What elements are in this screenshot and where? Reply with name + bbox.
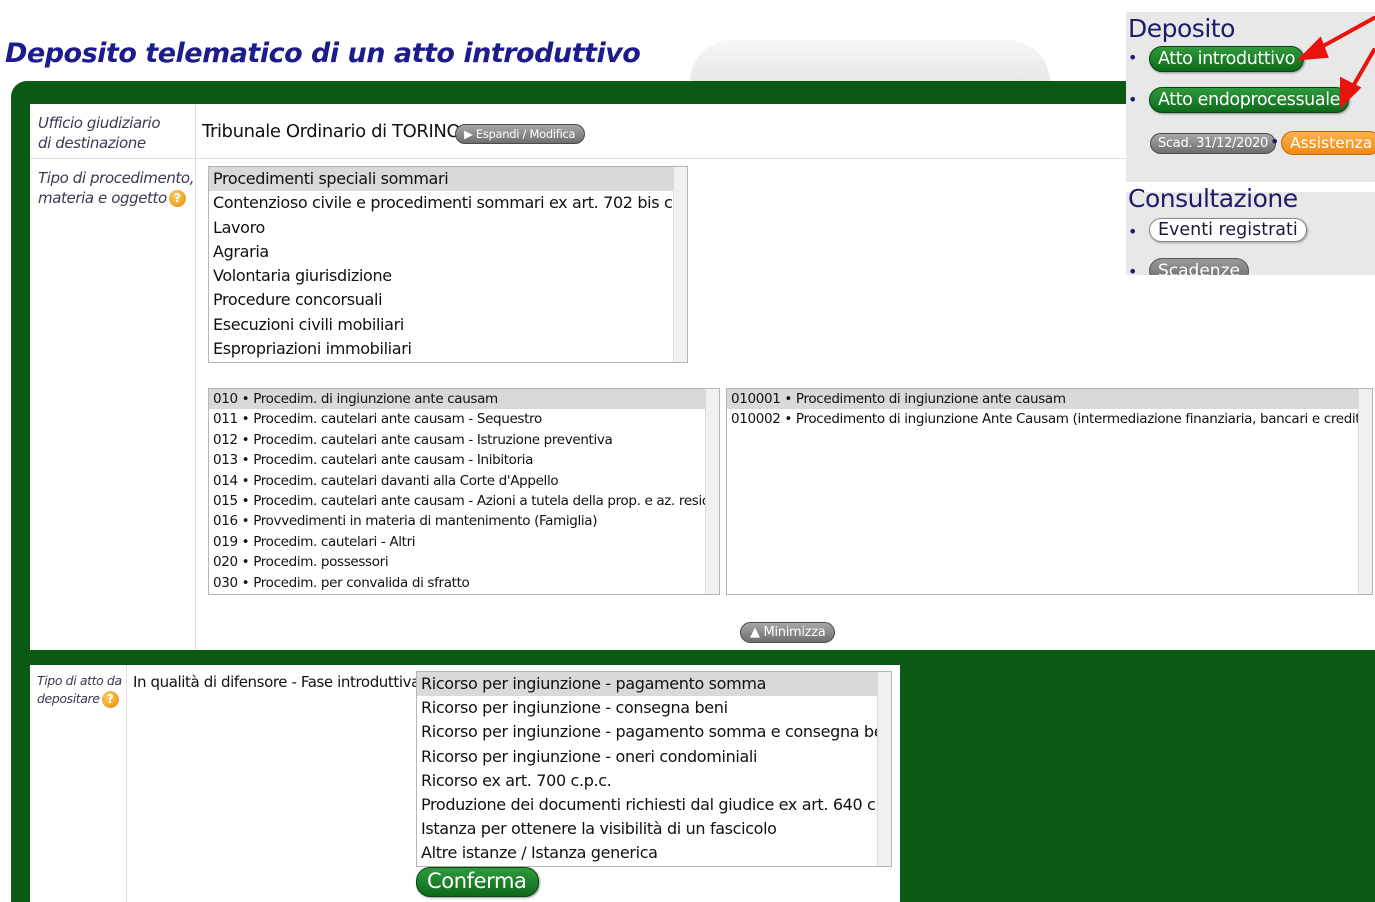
quality-text: In qualità di difensore - Fase introdutt… <box>133 673 433 691</box>
act-type-option[interactable]: Produzione dei documenti richiesti dal g… <box>417 793 891 817</box>
matter-option[interactable]: 030 • Procedim. per convalida di sfratto <box>209 573 719 593</box>
matter-list[interactable]: 010 • Procedim. di ingiunzione ante caus… <box>208 388 720 595</box>
act-type-option[interactable]: Ricorso per ingiunzione - consegna beni <box>417 696 891 720</box>
assistenza-button[interactable]: Assistenza <box>1281 131 1375 155</box>
act-type-option[interactable]: Ricorso per ingiunzione - oneri condomin… <box>417 745 891 769</box>
matter-option[interactable]: 019 • Procedim. cautelari - Altri <box>209 532 719 552</box>
scrollbar[interactable] <box>705 389 719 594</box>
deadline-badge: Scad. 31/12/2020 <box>1150 133 1277 154</box>
office-value: Tribunale Ordinario di TORINO <box>202 121 461 142</box>
confirm-button[interactable]: Conferma <box>416 867 539 897</box>
annotation-arrows <box>1296 16 1375 109</box>
help-icon[interactable]: ? <box>101 691 119 708</box>
arrow-shaft <box>1314 16 1375 52</box>
expand-modify-button[interactable]: ▶ Espandi / Modifica <box>455 124 586 144</box>
matter-option[interactable]: 011 • Procedim. cautelari ante causam - … <box>209 409 719 429</box>
matter-option[interactable]: 014 • Procedim. cautelari davanti alla C… <box>209 471 719 491</box>
procedure-type-option[interactable]: Esecuzioni civili mobiliari <box>209 313 687 337</box>
matter-option[interactable]: 020 • Procedim. possessori <box>209 552 719 572</box>
matter-option[interactable]: 015 • Procedim. cautelari ante causam - … <box>209 491 719 511</box>
act-type-option[interactable]: Ricorso per ingiunzione - pagamento somm… <box>417 672 891 697</box>
bullet: • <box>1128 222 1138 241</box>
procedure-type-option[interactable]: Procedimenti speciali sommari <box>209 167 687 192</box>
procedure-type-option[interactable]: Agraria <box>209 240 687 264</box>
scrollbar[interactable] <box>1358 389 1372 594</box>
atto-introduttivo-button[interactable]: Atto introduttivo <box>1149 46 1305 72</box>
act-type-list[interactable]: Ricorso per ingiunzione - pagamento somm… <box>416 671 892 867</box>
object-option[interactable]: 010002 • Procedimento di ingiunzione Ant… <box>727 409 1372 429</box>
minimize-button[interactable]: ▲ Minimizza <box>740 622 836 643</box>
act-type-option[interactable]: Ricorso ex art. 700 c.p.c. <box>417 769 891 793</box>
act-type-option[interactable]: Altre istanze / Istanza generica <box>417 841 891 865</box>
watermark-emblem <box>690 40 1050 82</box>
procedure-type-list[interactable]: Procedimenti speciali sommari Contenzioso… <box>208 166 688 363</box>
consultazione-heading: Consultazione <box>1128 184 1298 213</box>
bullet: • <box>1128 90 1138 109</box>
matter-option[interactable]: 010 • Procedim. di ingiunzione ante caus… <box>209 389 719 410</box>
procedure-type-option[interactable]: Procedure concorsuali <box>209 288 687 312</box>
scrollbar[interactable] <box>673 167 687 362</box>
procedure-type-option[interactable]: Volontaria giurisdizione <box>209 264 687 288</box>
page: Deposito telematico di un atto introdutt… <box>0 0 1375 902</box>
bullet: • <box>1270 132 1280 151</box>
help-icon[interactable]: ? <box>168 190 186 207</box>
act-type-label: Tipo di atto da depositare? <box>37 673 122 708</box>
office-label: Ufficio giudiziario di destinazione <box>38 114 161 152</box>
page-title: Deposito telematico di un atto introdutt… <box>5 38 641 69</box>
scadenze-button[interactable]: Scadenze <box>1149 258 1249 275</box>
object-list[interactable]: 010001 • Procedimento di ingiunzione ant… <box>726 388 1373 595</box>
scrollbar[interactable] <box>877 672 891 866</box>
matter-option[interactable]: 012 • Procedim. cautelari ante causam - … <box>209 430 719 450</box>
matter-option[interactable]: 016 • Provvedimenti in materia di manten… <box>209 511 719 531</box>
procedure-type-option[interactable]: Espropriazioni immobiliari <box>209 337 687 361</box>
matter-option[interactable]: 013 • Procedim. cautelari ante causam - … <box>209 450 719 470</box>
bullet: • <box>1128 48 1138 67</box>
deposito-heading: Deposito <box>1128 14 1235 43</box>
act-type-option[interactable]: Ricorso per ingiunzione - pagamento somm… <box>417 720 891 744</box>
act-type-option[interactable]: Istanza per ottenere la visibilità di un… <box>417 817 891 841</box>
bullet: • <box>1128 262 1138 275</box>
arrow-shaft <box>1350 48 1375 90</box>
procedure-type-option[interactable]: Contenzioso civile e procedimenti sommar… <box>209 191 687 215</box>
object-option[interactable]: 010001 • Procedimento di ingiunzione ant… <box>727 389 1372 410</box>
procedure-label: Tipo di procedimento, materia e oggetto? <box>38 169 195 207</box>
arrow-head <box>1296 36 1329 61</box>
procedure-type-option[interactable]: Lavoro <box>209 216 687 240</box>
eventi-registrati-button[interactable]: Eventi registrati <box>1149 218 1307 242</box>
